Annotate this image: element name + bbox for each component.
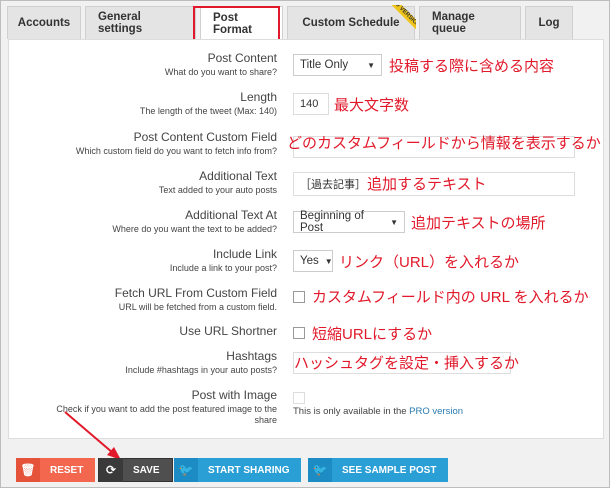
tab-bar: Accounts General settings Post Format Cu…	[7, 5, 577, 40]
post-content-label: Post Content	[207, 51, 277, 65]
save-button[interactable]: ⟳ SAVE	[98, 458, 173, 482]
fetch-url-desc: URL will be fetched from a custom field.	[118, 302, 277, 312]
url-shortner-label: Use URL Shortner	[179, 324, 277, 338]
include-link-desc: Include a link to your post?	[169, 263, 277, 273]
tab-general-settings[interactable]: General settings	[85, 6, 196, 39]
pro-version-link[interactable]: PRO version	[409, 406, 463, 417]
twitter-icon: 🐦	[174, 458, 198, 482]
additional-text-at-label: Additional Text At	[185, 208, 277, 222]
include-link-label: Include Link	[212, 247, 277, 261]
settings-window: Accounts General settings Post Format Cu…	[0, 0, 610, 488]
custom-field-desc: Which custom field do you want to fetch …	[75, 146, 277, 156]
fetch-url-label: Fetch URL From Custom Field	[114, 286, 277, 300]
length-desc: The length of the tweet (Max: 140)	[139, 106, 277, 116]
chevron-down-icon: ▼	[367, 60, 375, 70]
pro-only-note: This is only available in the PRO versio…	[293, 406, 464, 417]
url-shortner-checkbox[interactable]	[293, 327, 305, 339]
tab-accounts[interactable]: Accounts	[7, 6, 81, 39]
fetch-url-annotation: カスタムフィールド内の URL を入れるか	[312, 289, 589, 306]
additional-text-label: Additional Text	[199, 169, 277, 183]
tab-manage-queue[interactable]: Manage queue	[419, 6, 521, 39]
hashtags-label: Hashtags	[226, 349, 277, 363]
trash-icon: 🗑	[16, 458, 40, 482]
chevron-down-icon: ▼	[390, 217, 398, 227]
additional-text-at-annotation: 追加テキストの場所	[411, 215, 546, 232]
url-shortner-annotation: 短縮URLにするか	[312, 326, 433, 343]
custom-field-annotation: どのカスタムフィールドから情報を表示するか	[287, 135, 601, 152]
post-content-annotation: 投稿する際に含める内容	[389, 58, 555, 75]
post-with-image-checkbox[interactable]	[293, 392, 305, 404]
refresh-icon: ⟳	[99, 458, 123, 482]
custom-field-label: Post Content Custom Field	[133, 130, 277, 144]
tab-post-format[interactable]: Post Format	[200, 6, 283, 40]
additional-text-desc: Text added to your auto posts	[158, 185, 277, 195]
length-annotation: 最大文字数	[334, 97, 410, 114]
additional-text-at-desc: Where do you want the text to be added?	[112, 224, 277, 234]
reset-button[interactable]: 🗑 RESET	[16, 458, 96, 482]
fetch-url-checkbox[interactable]	[293, 291, 305, 303]
hashtags-annotation: ハッシュタグを設定・挿入するか	[294, 355, 520, 372]
see-sample-post-button[interactable]: 🐦 SEE SAMPLE POST	[308, 458, 449, 482]
post-content-select[interactable]: Title Only ▼	[293, 54, 382, 76]
post-format-panel: Post Content What do you want to share? …	[8, 39, 604, 439]
post-with-image-label: Post with Image	[191, 388, 277, 402]
length-input[interactable]: 140	[293, 93, 329, 115]
button-bar: 🗑 RESET ⟳ SAVE 🐦 START SHARING 🐦 SEE SAM…	[8, 452, 604, 482]
tab-custom-schedule[interactable]: Custom Schedule PRO VERSION	[287, 5, 416, 39]
hashtags-desc: Include #hashtags in your auto posts?	[125, 365, 277, 375]
start-sharing-button[interactable]: 🐦 START SHARING	[174, 458, 302, 482]
chevron-down-icon: ▼	[324, 256, 333, 266]
additional-text-at-select[interactable]: Beginning of Post ▼	[293, 210, 405, 234]
pro-version-badge: PRO VERSION	[390, 5, 416, 29]
additional-text-annotation: 追加するテキスト	[367, 176, 487, 193]
post-content-desc: What do you want to share?	[164, 67, 277, 77]
include-link-select[interactable]: Yes ▼	[293, 250, 333, 272]
include-link-annotation: リンク（URL）を入れるか	[339, 254, 520, 271]
length-label: Length	[240, 90, 277, 104]
twitter-icon: 🐦	[308, 458, 332, 482]
tab-log[interactable]: Log	[525, 6, 573, 39]
